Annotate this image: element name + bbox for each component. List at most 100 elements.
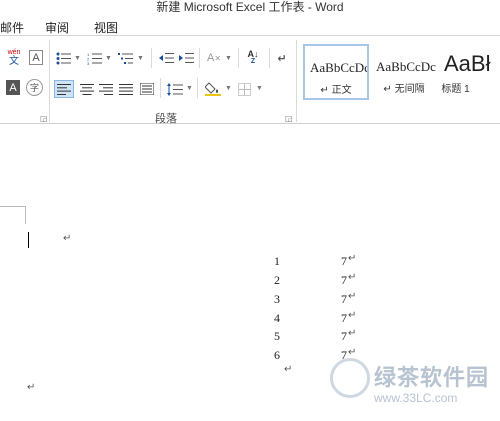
data-list: 1 7 ↵ 2 7 ↵ 3 7 ↵ 4 7 ↵ 5 7 ↵ 6 7 ↵ [272,253,362,373]
bullets-dropdown-icon[interactable]: ▼ [74,55,81,62]
justify-icon [119,83,133,95]
multilevel-dropdown-icon[interactable]: ▼ [137,55,144,62]
bullets-button[interactable] [55,50,73,66]
list-item: 1 7 ↵ [272,253,362,271]
multilevel-list-button[interactable] [117,50,135,66]
row-value: 7 [341,292,347,306]
watermark: 绿茶软件园 www.33LC.com [328,358,500,421]
row-number: 2 [274,273,280,287]
line-spacing-button[interactable] [165,80,185,98]
row-number: 1 [274,254,280,268]
decrease-indent-icon [158,53,174,63]
style-sample: AaBł [444,51,491,76]
align-center-icon [80,83,94,95]
shading-button[interactable] [203,79,223,98]
watermark-url: www.33LC.com [374,391,458,405]
multilevel-list-icon [118,52,133,64]
enclose-characters-button[interactable]: 字 [26,79,43,96]
paragraph-mark: ↵ [27,382,36,393]
paragraph-mark: ↵ [348,347,357,358]
separator [197,78,198,98]
margin-corner-mark [25,206,26,224]
line-spacing-dropdown-icon[interactable]: ▼ [186,85,193,92]
increase-indent-button[interactable] [178,50,194,66]
borders-icon [237,82,251,96]
list-item: 5 7 ↵ [272,328,362,346]
paragraph-mark: ↵ [348,328,357,339]
character-border-icon: A [32,51,40,64]
paragraph-mark: ↵ [348,291,357,302]
numbering-icon: 123 [87,52,102,65]
chinese-layout-icon: A [206,52,215,64]
numbering-dropdown-icon[interactable]: ▼ [105,55,112,62]
bullets-icon [56,52,71,64]
paragraph-mark-icon: ↵ [277,52,287,65]
row-number: 3 [274,292,280,306]
style-name: 标题 1 [441,84,470,95]
sort-button[interactable]: A↓ Z [243,49,263,67]
list-item: 2 7 ↵ [272,272,362,290]
align-left-button[interactable] [54,80,74,98]
borders-dropdown-icon[interactable]: ▼ [256,85,263,92]
style-no-spacing[interactable]: AaBbCcDc ↵ 无间隔 [371,44,437,100]
sort-icon: A↓ [247,49,259,59]
align-left-icon [57,83,71,95]
font-dialog-launcher-icon[interactable]: ◲ [40,114,48,123]
increase-indent-icon [178,53,194,63]
separator [269,48,270,68]
row-value: 7 [341,329,347,343]
tab-mailings[interactable]: 邮件 [0,19,24,36]
paragraph-mark: ↵ [63,233,72,244]
paragraph-dialog-launcher-icon[interactable]: ◲ [285,114,293,123]
show-hide-marks-button[interactable]: ↵ [275,50,289,66]
line-spacing-icon [167,82,183,96]
character-shading-icon: A [9,81,17,94]
align-right-button[interactable] [96,80,116,98]
group-separator [49,40,50,122]
row-value: 7 [341,311,347,325]
numbering-button[interactable]: 123 [86,50,104,66]
borders-button[interactable] [235,80,253,98]
watermark-title: 绿茶软件园 [374,365,490,390]
tab-review[interactable]: 审阅 [45,19,69,36]
style-name: ↵ 正文 [320,85,352,96]
text-cursor [28,232,29,248]
tab-view[interactable]: 视图 [94,19,118,36]
justify-button[interactable] [116,80,136,98]
distributed-button[interactable] [137,80,157,98]
group-separator [296,40,297,122]
margin-corner-mark [0,206,25,207]
align-right-icon [99,83,113,95]
paragraph-mark: ↵ [284,364,293,375]
distributed-icon [140,83,154,95]
chinese-layout-button[interactable]: A ✕ [204,50,224,66]
styles-gallery: AaBbCcDc ↵ 正文 AaBbCcDc ↵ 无间隔 AaBł 标题 1 [301,44,500,100]
decrease-indent-button[interactable] [158,50,174,66]
list-item: 3 7 ↵ [272,291,362,309]
separator [238,48,239,68]
title-bar: 新建 Microsoft Excel 工作表 - Word [0,0,500,14]
separator [160,78,161,98]
separator [151,48,152,68]
row-value: 7 [341,254,347,268]
style-sample: AaBbCcDc [376,59,436,74]
row-value: 7 [341,273,347,287]
character-shading-button[interactable]: A [6,80,20,95]
character-border-button[interactable]: A [29,50,43,65]
enclose-characters-icon: 字 [29,83,39,93]
chinese-layout-dropdown-icon[interactable]: ▼ [225,55,232,62]
paragraph-mark: ↵ [348,310,357,321]
style-sample: AaBbCcDc [310,60,369,75]
phonetic-guide-button[interactable]: wén 文 [2,46,26,68]
shading-dropdown-icon[interactable]: ▼ [225,85,232,92]
shading-icon [205,82,221,96]
center-button[interactable] [77,80,97,98]
style-heading-1[interactable]: AaBł 标题 1 [439,44,500,100]
ribbon-tabs: 邮件 审阅 视图 [0,12,500,36]
row-number: 5 [274,329,280,343]
list-item: 4 7 ↵ [272,310,362,328]
separator [199,48,200,68]
style-normal[interactable]: AaBbCcDc ↵ 正文 [303,44,369,100]
watermark-logo-icon [330,358,370,398]
row-number: 4 [274,311,280,325]
